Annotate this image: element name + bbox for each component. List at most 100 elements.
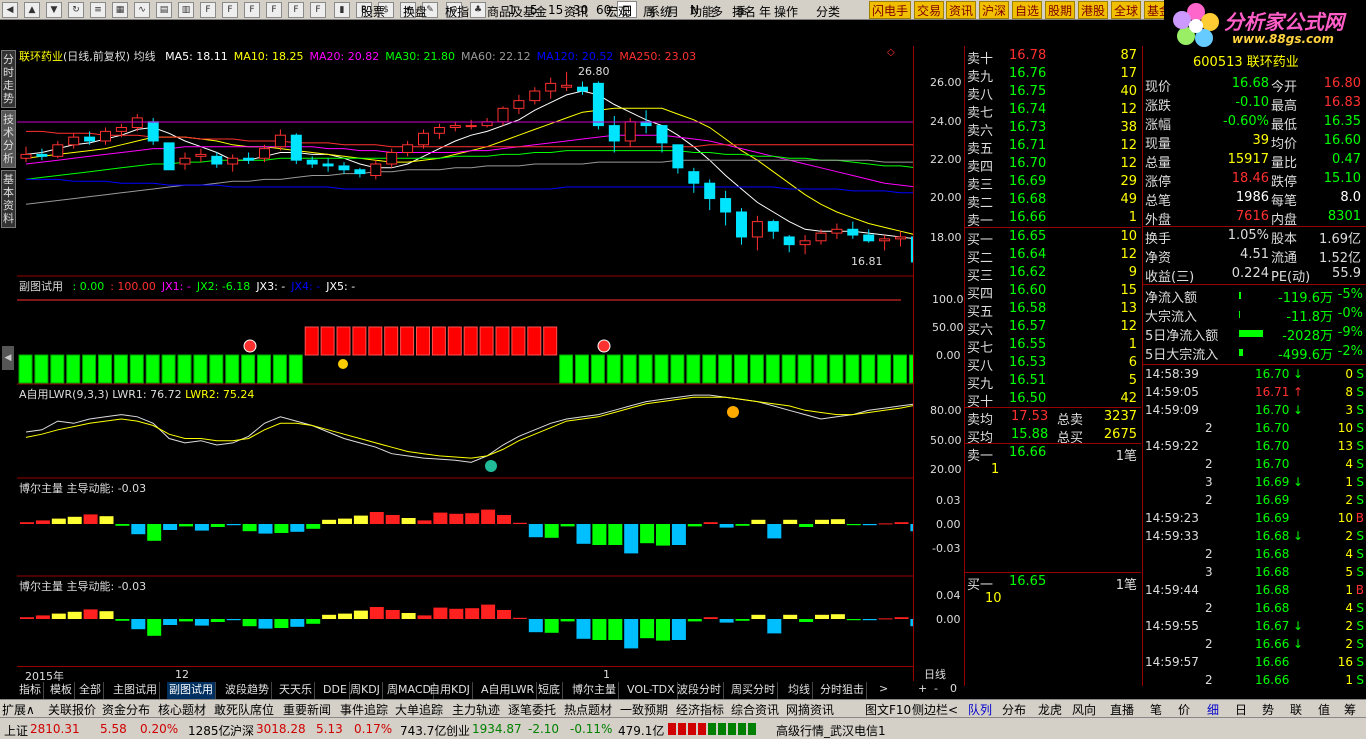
table-icon[interactable]: ▥ (178, 2, 194, 18)
f5-icon[interactable]: F (288, 2, 304, 18)
tab-technical[interactable]: 技术分析 (1, 110, 16, 168)
right-tab[interactable]: 日 (1235, 701, 1247, 718)
bottom-tab[interactable]: 综合资讯 (731, 701, 779, 718)
buy-level-row[interactable]: 买一 16.65 10 (965, 228, 1140, 248)
right-tab[interactable]: 细 (1207, 701, 1219, 718)
menu-commodity[interactable]: 商品及基金 (487, 3, 547, 20)
indicator-tab[interactable]: 周KDJ (348, 682, 383, 699)
sell-level-row[interactable]: 卖八 16.75 40 (965, 83, 1140, 103)
tree-icon[interactable]: ♣ (470, 2, 486, 18)
bottom-tab[interactable]: 资金分布 (102, 701, 150, 718)
bottom-tab[interactable]: 敢死队席位 (214, 701, 274, 718)
f4-icon[interactable]: F (266, 2, 282, 18)
right-tab[interactable]: 值 (1318, 701, 1330, 718)
indicator-tab[interactable]: 分时狙击 (818, 682, 867, 699)
right-tab[interactable]: 风向 (1072, 701, 1096, 718)
bottom-tab[interactable]: 关联报价 (48, 701, 96, 718)
menu-swap[interactable]: 换盘 (403, 3, 427, 20)
sell-level-row[interactable]: 卖六 16.73 38 (965, 119, 1140, 139)
menu-board[interactable]: 板指 (445, 3, 469, 20)
grid-icon[interactable]: ▦ (112, 2, 128, 18)
bottom-tab[interactable]: 侧边栏< (912, 701, 958, 718)
buy-level-row[interactable]: 买六 16.57 12 (965, 318, 1140, 338)
indicator-tab[interactable]: DDE (321, 682, 350, 699)
right-tab[interactable]: 筹 (1344, 701, 1356, 718)
buy-level-row[interactable]: 买九 16.51 5 (965, 372, 1140, 392)
indicator-tab[interactable]: A自用LWR (479, 682, 538, 699)
refresh-icon[interactable]: ↻ (68, 2, 84, 18)
tf-year[interactable]: 年 (759, 3, 771, 20)
right-tab[interactable]: 势 (1262, 701, 1274, 718)
right-tab[interactable]: 联 (1290, 701, 1302, 718)
indicator-tab[interactable]: 模板 (48, 682, 75, 699)
tf-15[interactable]: 15 (548, 3, 563, 17)
sell-level-row[interactable]: 卖三 16.69 29 (965, 173, 1140, 193)
indicator-tab[interactable]: 全部 (77, 682, 104, 699)
indicator-tab[interactable]: 天天乐 (277, 682, 315, 699)
right-tab[interactable]: 价 (1178, 701, 1190, 718)
bottom-tab[interactable]: 图文F10 (865, 701, 911, 718)
right-tab[interactable]: 直播 (1110, 701, 1134, 718)
quick-trade[interactable]: 交易 (914, 1, 945, 19)
zoom-reset-button[interactable]: 0 (950, 682, 957, 695)
indicator-tab[interactable]: 指标 (17, 682, 44, 699)
tab-fundamentals[interactable]: 基本资料 (1, 170, 16, 228)
f2-icon[interactable]: F (222, 2, 238, 18)
indicator-tab[interactable]: 周买分时 (729, 682, 778, 699)
bottom-tab[interactable]: 逐笔委托 (508, 701, 556, 718)
sell-level-row[interactable]: 卖四 16.70 12 (965, 155, 1140, 175)
sell-level-row[interactable]: 卖一 16.66 1 (965, 209, 1140, 229)
zoom-minus-button[interactable]: - (934, 682, 938, 695)
bottom-tab[interactable]: 经济指标 (676, 701, 724, 718)
buy-level-row[interactable]: 买十 16.50 42 (965, 390, 1140, 410)
buy-level-row[interactable]: 买三 16.62 9 (965, 264, 1140, 284)
queue-buy-row[interactable]: 买一 16.65 1笔 10 (965, 573, 1140, 606)
bottom-tab[interactable]: 一致预期 (620, 701, 668, 718)
menu-news[interactable]: 资讯 (564, 3, 588, 20)
zoom-plus-button[interactable]: + (918, 682, 927, 695)
indicator-tab[interactable]: 自用KDJ (427, 682, 473, 699)
fn-icon[interactable]: F (200, 2, 216, 18)
sell-level-row[interactable]: 卖九 16.76 17 (965, 65, 1140, 85)
bottom-tab[interactable]: 事件追踪 (340, 701, 388, 718)
chart-icon[interactable]: ∿ (134, 2, 150, 18)
collapse-arrow-icon[interactable]: ◀ (2, 346, 14, 370)
chart-canvas[interactable] (17, 46, 913, 686)
chart-area[interactable]: 联环药业(日线,前复权) 均线 MA5: 18.11 MA10: 18.25 MA2… (17, 46, 913, 686)
buy-level-row[interactable]: 买五 16.58 13 (965, 300, 1140, 320)
quick-hs[interactable]: 沪深 (979, 1, 1010, 19)
bottom-tab[interactable]: 重要新闻 (283, 701, 331, 718)
board-icon[interactable]: ▤ (156, 2, 172, 18)
buy-level-row[interactable]: 买二 16.64 12 (965, 246, 1140, 266)
menu-operate[interactable]: 操作 (774, 3, 798, 20)
buy-level-row[interactable]: 买四 16.60 15 (965, 282, 1140, 302)
bottom-tab[interactable]: 热点题材 (564, 701, 612, 718)
tab-intraday[interactable]: 分时走势 (1, 50, 16, 108)
queue-sell-row[interactable]: 卖一 16.66 1笔 1 (965, 444, 1140, 477)
sell-level-row[interactable]: 卖五 16.71 12 (965, 137, 1140, 157)
f3-icon[interactable]: F (244, 2, 260, 18)
tabs-next-button[interactable]: > (879, 682, 888, 695)
indicator-tab[interactable]: 博尔主量 (570, 682, 619, 699)
bottom-tab[interactable]: 核心题材 (158, 701, 206, 718)
buy-level-row[interactable]: 买八 16.53 6 (965, 354, 1140, 374)
diamond-icon[interactable]: ◇ (887, 47, 895, 58)
back-icon[interactable]: ◀ (2, 2, 18, 18)
bottom-tab[interactable]: 大单追踪 (395, 701, 443, 718)
right-tab[interactable]: 队列 (968, 701, 992, 718)
quick-flash[interactable]: 闪电手 (869, 1, 912, 19)
indicator-tab[interactable]: 副图试用 (167, 682, 216, 699)
menu-function[interactable]: 功能 (690, 3, 714, 20)
f6-icon[interactable]: F (310, 2, 326, 18)
quick-futures[interactable]: 股期 (1045, 1, 1076, 19)
indicator-tab[interactable]: 波段分时 (675, 682, 724, 699)
menu-macro[interactable]: 宏观 (606, 3, 630, 20)
indicator-tab[interactable]: 均线 (786, 682, 813, 699)
indicator-tab[interactable]: VOL-TDX (625, 682, 678, 699)
quick-global[interactable]: 全球 (1111, 1, 1142, 19)
sell-level-row[interactable]: 卖七 16.74 12 (965, 101, 1140, 121)
bottom-tab[interactable]: 主力轨迹 (452, 701, 500, 718)
sell-level-row[interactable]: 卖二 16.68 49 (965, 191, 1140, 211)
quick-favorites[interactable]: 自选 (1012, 1, 1043, 19)
quick-hk[interactable]: 港股 (1078, 1, 1109, 19)
